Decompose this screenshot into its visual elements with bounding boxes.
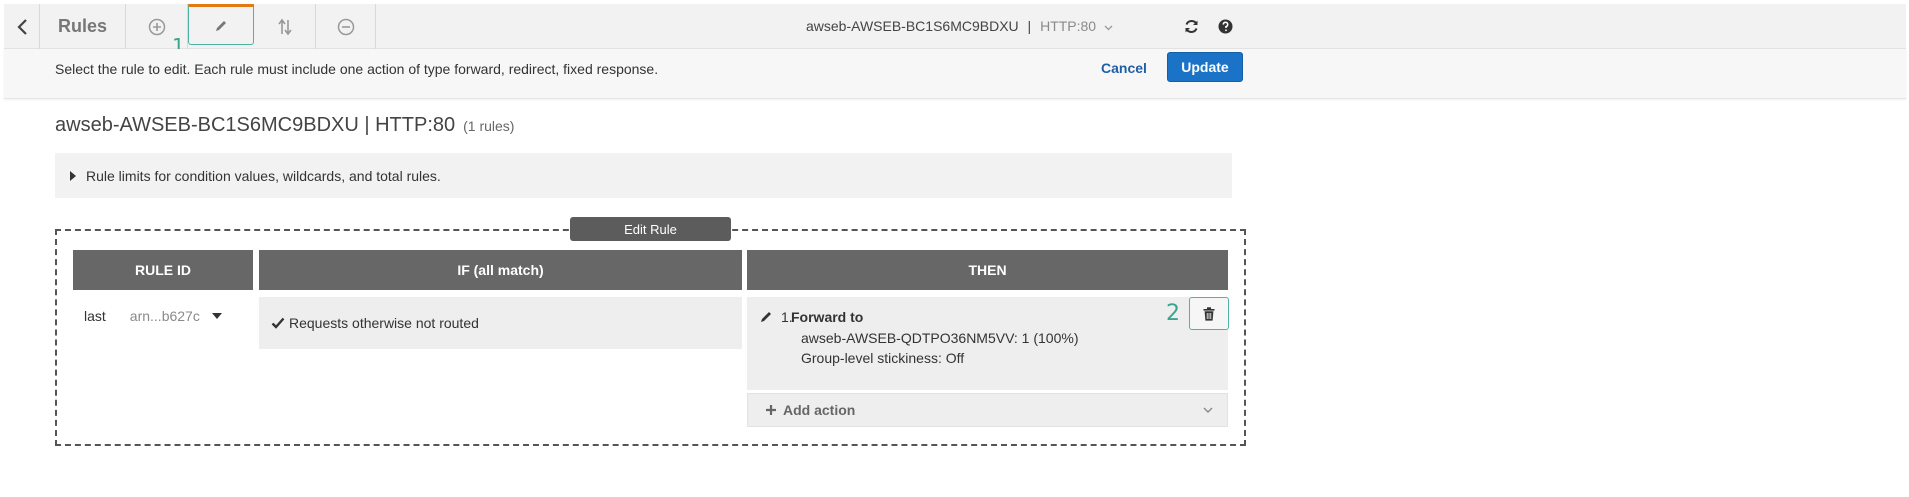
edit-icon (214, 19, 228, 33)
edit-rule-label: Edit Rule (570, 217, 731, 241)
action-cell: 1. Forward to awseb-AWSEB-QDTPO36NM5VV: … (747, 297, 1228, 390)
caret-right-icon (70, 170, 76, 181)
reorder-button[interactable] (254, 4, 316, 49)
edit-action-icon[interactable] (759, 310, 773, 324)
plus-icon (765, 404, 777, 416)
back-icon (16, 18, 28, 36)
listener-title: awseb-AWSEB-BC1S6MC9BDXU | HTTP:80 (55, 114, 456, 136)
rule-count: (1 rules) (463, 118, 515, 134)
action-stickiness: Group-level stickiness: Off (801, 350, 965, 366)
reorder-icon (277, 18, 293, 36)
column-header-then: THEN (747, 250, 1228, 290)
cancel-button[interactable]: Cancel (1101, 60, 1147, 76)
listener-separator: | (1027, 18, 1032, 34)
annotation-marker-2: 2 (1166, 301, 1180, 326)
update-button[interactable]: Update (1167, 52, 1243, 82)
load-balancer-name: awseb-AWSEB-BC1S6MC9BDXU (806, 18, 1019, 34)
help-icon (1218, 19, 1233, 34)
column-header-rule-id: RULE ID (73, 250, 253, 290)
remove-icon (337, 18, 355, 36)
rule-id-cell: last arn...b627c (84, 308, 222, 324)
add-icon (148, 18, 166, 36)
listener-selector[interactable]: awseb-AWSEB-BC1S6MC9BDXU | HTTP:80 (806, 18, 1113, 34)
chevron-down-icon (1104, 25, 1113, 31)
delete-action-button[interactable] (1189, 297, 1229, 330)
refresh-icon (1184, 19, 1199, 34)
toolbar: Rules 1 awseb-AWSEB-BC1S6MC9BDXU | HTTP:… (4, 4, 1906, 58)
rule-limits-label: Rule limits for condition values, wildca… (86, 167, 441, 184)
help-button[interactable] (1210, 4, 1240, 49)
add-action-button[interactable]: Add action (747, 393, 1228, 427)
page-title: Rules (40, 4, 126, 49)
listener-port: HTTP:80 (1040, 18, 1097, 34)
chevron-down-icon (1203, 407, 1213, 414)
rules-title: Rules (57, 16, 108, 36)
condition-text: Requests otherwise not routed (289, 315, 479, 331)
condition-cell: Requests otherwise not routed (259, 297, 742, 349)
caret-down-icon[interactable] (211, 313, 222, 319)
instruction-bar: Select the rule to edit. Each rule must … (4, 49, 1906, 99)
rule-limits-expander[interactable]: Rule limits for condition values, wildca… (55, 153, 1232, 198)
action-title: Forward to (791, 309, 864, 325)
back-button[interactable] (4, 4, 40, 49)
add-action-label: Add action (783, 402, 856, 418)
action-target: awseb-AWSEB-QDTPO36NM5VV: 1 (100%) (801, 330, 1079, 346)
refresh-button[interactable] (1176, 4, 1206, 49)
trash-icon (1203, 306, 1215, 321)
listener-heading: awseb-AWSEB-BC1S6MC9BDXU | HTTP:80 (1 rul… (55, 114, 514, 137)
remove-rule-button[interactable] (316, 4, 376, 49)
instruction-text: Select the rule to edit. Each rule must … (55, 61, 659, 77)
edit-rule-tab[interactable] (188, 4, 254, 45)
column-header-if: IF (all match) (259, 250, 742, 290)
rule-arn: arn...b627c (129, 308, 200, 324)
rule-priority: last (84, 308, 106, 324)
check-icon (271, 317, 285, 329)
